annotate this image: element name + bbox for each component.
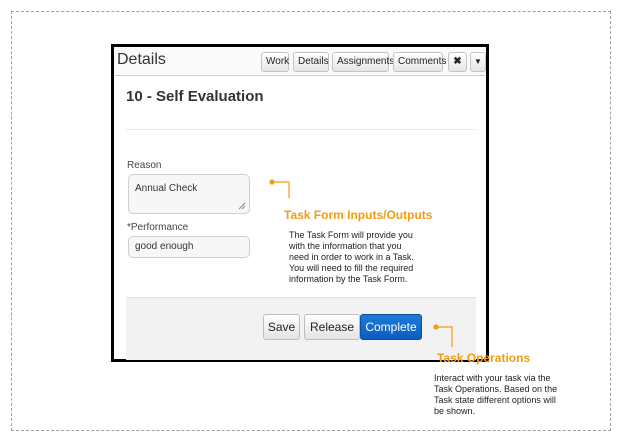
- form-annotation-line: need in order to work in a Task.: [289, 252, 414, 262]
- form-annotation-line: information by the Task Form.: [289, 274, 408, 284]
- operations-annotation-title: Task Operations: [437, 351, 531, 365]
- form-annotation-line: with the information that you: [289, 241, 402, 251]
- operations-annotation-line: Task Operations. Based on the: [434, 384, 558, 394]
- form-annotation-text: The Task Form will provide you with the …: [289, 230, 414, 285]
- operations-annotation-line: be shown.: [434, 406, 476, 416]
- operations-annotation-line: [436, 326, 453, 347]
- operations-annotation-text: Interact with your task via the Task Ope…: [434, 373, 557, 417]
- form-annotation-line: You will need to fill the required: [289, 263, 414, 273]
- form-annotation-line: The Task Form will provide you: [289, 230, 413, 240]
- form-annotation-title: Task Form Inputs/Outputs: [284, 208, 433, 222]
- form-annotation-line: [272, 181, 290, 198]
- operations-annotation-line: Interact with your task via the: [434, 373, 551, 383]
- operations-annotation-line: Task state different options will: [434, 395, 556, 405]
